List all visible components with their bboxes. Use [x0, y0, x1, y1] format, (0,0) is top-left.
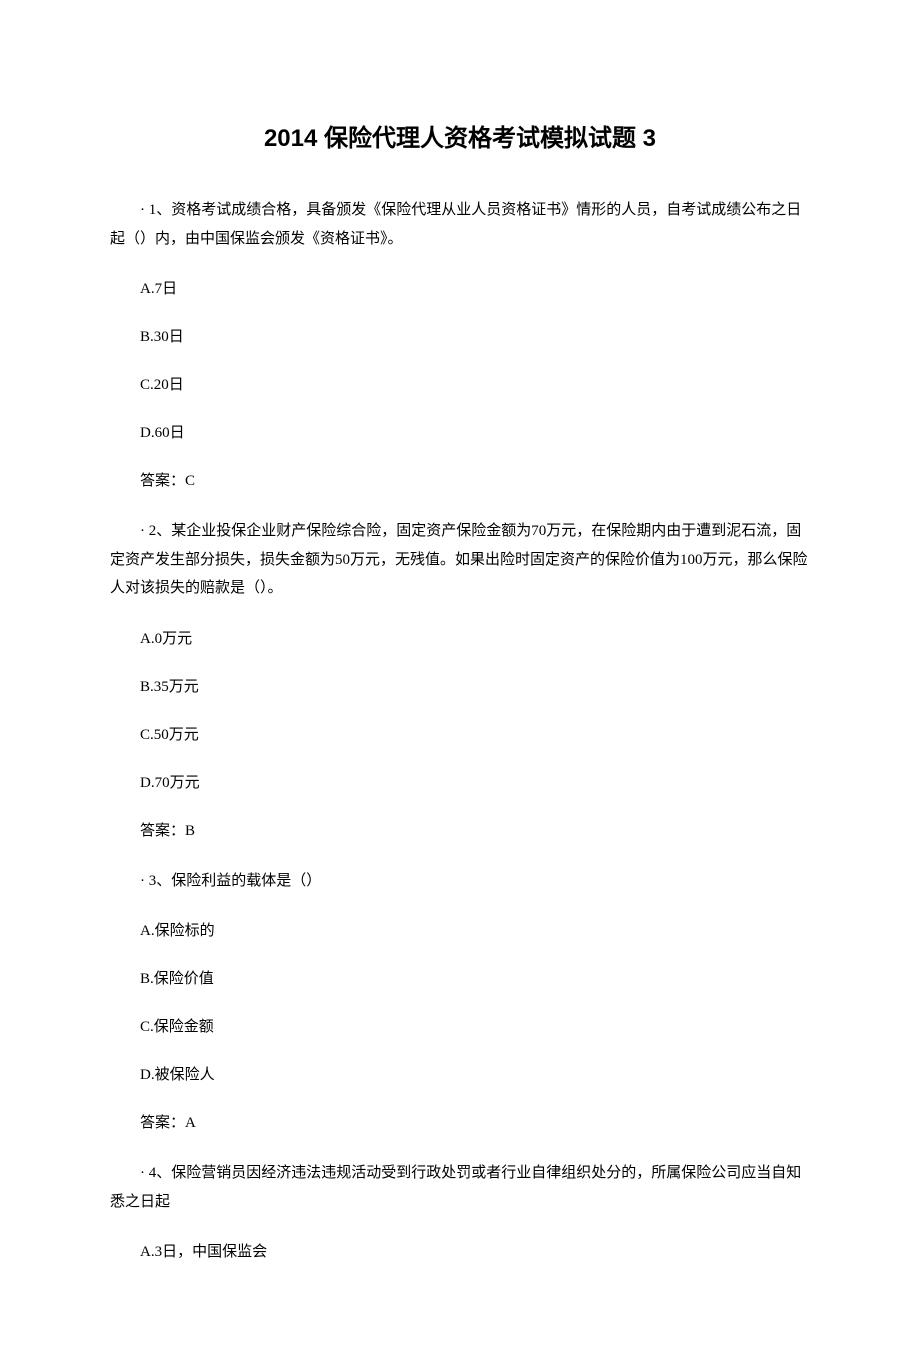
question-4-option-a: A.3日，中国保监会	[110, 1240, 810, 1264]
question-1-option-d: D.60日	[110, 421, 810, 445]
bullet: ·	[140, 523, 145, 539]
question-3-option-b: B.保险价值	[110, 967, 810, 991]
page-title: 2014 保险代理人资格考试模拟试题 3	[110, 120, 810, 158]
question-1-option-a: A.7日	[110, 277, 810, 301]
question-2-option-a: A.0万元	[110, 627, 810, 651]
question-4: · 4、保险营销员因经济违法违规活动受到行政处罚或者行业自律组织处分的，所属保险…	[110, 1159, 810, 1216]
question-2-option-c: C.50万元	[110, 723, 810, 747]
question-1: · 1、资格考试成绩合格，具备颁发《保险代理从业人员资格证书》情形的人员，自考试…	[110, 196, 810, 253]
question-3: · 3、保险利益的载体是（）	[110, 867, 810, 896]
question-stem: 1、资格考试成绩合格，具备颁发《保险代理从业人员资格证书》情形的人员，自考试成绩…	[110, 202, 801, 247]
bullet: ·	[140, 873, 145, 889]
question-stem: 2、某企业投保企业财产保险综合险，固定资产保险金额为70万元，在保险期内由于遭到…	[110, 523, 808, 596]
question-3-answer: 答案：A	[110, 1111, 810, 1135]
question-3-option-c: C.保险金额	[110, 1015, 810, 1039]
question-2-answer: 答案：B	[110, 819, 810, 843]
question-1-option-b: B.30日	[110, 325, 810, 349]
bullet: ·	[140, 202, 145, 218]
question-2-option-b: B.35万元	[110, 675, 810, 699]
question-3-option-a: A.保险标的	[110, 919, 810, 943]
question-2-option-d: D.70万元	[110, 771, 810, 795]
question-3-option-d: D.被保险人	[110, 1063, 810, 1087]
question-stem: 3、保险利益的载体是（）	[149, 873, 322, 889]
question-stem: 4、保险营销员因经济违法违规活动受到行政处罚或者行业自律组织处分的，所属保险公司…	[110, 1165, 801, 1210]
question-2: · 2、某企业投保企业财产保险综合险，固定资产保险金额为70万元，在保险期内由于…	[110, 517, 810, 603]
question-1-answer: 答案：C	[110, 469, 810, 493]
question-1-option-c: C.20日	[110, 373, 810, 397]
bullet: ·	[140, 1165, 145, 1181]
